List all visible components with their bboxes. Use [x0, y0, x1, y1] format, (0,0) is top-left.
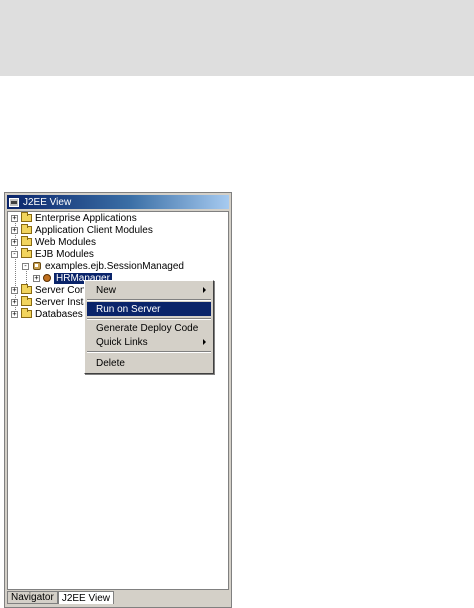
expand-icon[interactable]: +	[11, 226, 18, 234]
tree-item-label: Databases	[35, 308, 83, 320]
menu-item-run-on-server[interactable]: Run on Server	[87, 302, 211, 316]
collapse-icon[interactable]: -	[22, 262, 29, 270]
expand-icon[interactable]: +	[11, 214, 18, 222]
tab-j2ee-view[interactable]: J2EE View	[57, 591, 114, 604]
tree-item-web-modules[interactable]: + Web Modules	[11, 236, 96, 248]
menu-separator	[87, 299, 211, 301]
tree-item-label: Application Client Modules	[35, 224, 153, 236]
menu-item-label: Quick Links	[96, 336, 148, 348]
expand-icon[interactable]: +	[11, 298, 18, 306]
menu-item-label: New	[96, 284, 117, 296]
context-menu: New Run on Server Generate Deploy Code Q…	[84, 280, 214, 374]
jar-icon	[32, 261, 42, 271]
tree-item-application-client-modules[interactable]: + Application Client Modules	[11, 224, 153, 236]
collapse-icon[interactable]: -	[11, 250, 18, 258]
view-icon	[9, 197, 19, 207]
folder-icon	[21, 248, 32, 258]
j2ee-view-panel: J2EE View + Enterprise Applications + Ap…	[4, 192, 232, 608]
top-band	[0, 0, 474, 76]
bean-icon	[43, 274, 51, 282]
menu-item-delete[interactable]: Delete	[87, 356, 211, 370]
project-tree[interactable]: + Enterprise Applications + Application …	[7, 211, 229, 590]
folder-icon	[21, 296, 32, 306]
submenu-arrow-icon	[203, 339, 206, 345]
tree-item-server-instances[interactable]: + Server Insta	[11, 296, 89, 308]
folder-icon	[21, 212, 32, 222]
menu-separator	[87, 351, 211, 353]
panel-titlebar[interactable]: J2EE View	[7, 195, 229, 209]
tree-item-label: Server Insta	[35, 296, 89, 308]
tree-item-label: Enterprise Applications	[35, 212, 137, 224]
tree-item-server-configurations[interactable]: + Server Conf	[11, 284, 88, 296]
folder-icon	[21, 284, 32, 294]
expand-icon[interactable]: +	[33, 274, 40, 282]
menu-item-label: Delete	[96, 357, 125, 369]
menu-item-label: Run on Server	[96, 303, 161, 315]
submenu-arrow-icon	[203, 287, 206, 293]
folder-icon	[21, 224, 32, 234]
folder-icon	[21, 236, 32, 246]
menu-item-generate-deploy-code[interactable]: Generate Deploy Code	[87, 321, 211, 335]
menu-separator	[87, 318, 211, 320]
expand-icon[interactable]: +	[11, 310, 18, 318]
tree-item-enterprise-applications[interactable]: + Enterprise Applications	[11, 212, 137, 224]
tab-navigator[interactable]: Navigator	[7, 591, 58, 604]
tree-item-label: Server Conf	[35, 284, 89, 296]
tree-item-label: Web Modules	[35, 236, 96, 248]
view-tabs: Navigator J2EE View	[7, 591, 229, 605]
tree-item-label: EJB Modules	[35, 248, 94, 260]
menu-item-quick-links[interactable]: Quick Links	[87, 335, 211, 349]
menu-item-new[interactable]: New	[87, 283, 211, 297]
tree-item-examples-ejb-sessionmanaged[interactable]: - examples.ejb.SessionManaged	[22, 260, 184, 272]
folder-icon	[21, 308, 32, 318]
expand-icon[interactable]: +	[11, 238, 18, 246]
tree-item-label: examples.ejb.SessionManaged	[45, 260, 184, 272]
tree-item-databases[interactable]: + Databases	[11, 308, 83, 320]
menu-item-label: Generate Deploy Code	[96, 322, 199, 334]
expand-icon[interactable]: +	[11, 286, 18, 294]
tree-item-ejb-modules[interactable]: - EJB Modules	[11, 248, 94, 260]
panel-title: J2EE View	[23, 196, 72, 208]
